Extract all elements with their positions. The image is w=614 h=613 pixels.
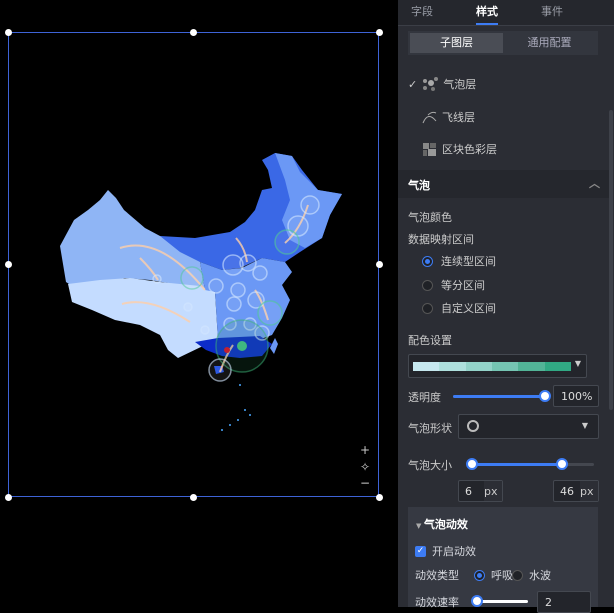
tab-style[interactable]: 样式 (476, 3, 498, 19)
opacity-label: 透明度 (408, 391, 441, 404)
flyline-icon (422, 111, 437, 124)
size-fill (472, 463, 562, 466)
segmented-control: 子图层 通用配置 (408, 31, 598, 55)
gradient-stop (465, 362, 492, 371)
radio-custom[interactable]: 自定义区间 (422, 300, 496, 316)
mapping-label: 数据映射区间 (408, 233, 474, 246)
rate-slider-handle[interactable] (471, 595, 483, 607)
radio-label: 自定义区间 (441, 302, 496, 315)
circle-shape-icon (467, 420, 479, 432)
radio-label: 等分区间 (441, 279, 485, 292)
active-tab-indicator (476, 23, 498, 25)
size-max-input[interactable]: 46 px (553, 480, 599, 502)
tab-bar: 字段 样式 事件 (398, 0, 614, 26)
caret-down-icon: ▼ (574, 359, 581, 368)
seg-general-config[interactable]: 通用配置 (503, 33, 596, 53)
radio-equal[interactable]: 等分区间 (422, 277, 485, 293)
layer-item-flyline[interactable]: 飞线层 (422, 109, 475, 125)
locate-button[interactable]: ✧ (359, 460, 371, 474)
selection-box[interactable] (8, 32, 379, 497)
opacity-slider-handle[interactable] (539, 390, 551, 402)
size-max-handle[interactable] (556, 458, 568, 470)
seg-sublayers[interactable]: 子图层 (410, 33, 503, 53)
size-min-value: 6 (465, 485, 472, 498)
size-min-handle[interactable] (466, 458, 478, 470)
unit-label: px (580, 481, 598, 501)
gradient-stop (413, 362, 440, 371)
rate-slider[interactable] (476, 600, 528, 603)
check-icon: ✓ (408, 77, 418, 91)
section-title: 气泡 (408, 179, 430, 192)
rate-input[interactable]: 2 (537, 591, 591, 613)
gradient-stop (439, 362, 466, 371)
resize-handle[interactable] (376, 494, 383, 501)
resize-handle[interactable] (5, 494, 12, 501)
panel-scrollbar[interactable] (609, 110, 613, 410)
layer-item-bubble[interactable]: ✓ 气泡层 (408, 76, 476, 92)
size-label: 气泡大小 (408, 459, 452, 472)
zoom-in-button[interactable]: + (359, 443, 371, 457)
gradient-stop (518, 362, 545, 371)
resize-handle[interactable] (376, 261, 383, 268)
color-setting-label: 配色设置 (408, 334, 452, 347)
bubble-color-label: 气泡颜色 (408, 211, 452, 224)
checkbox-checked-icon: ✓ (415, 545, 426, 557)
enable-animation-checkbox[interactable]: ✓ 开启动效 (415, 543, 476, 559)
color-gradient (413, 362, 571, 371)
bubble-icon (423, 77, 439, 91)
tab-fields[interactable]: 字段 (411, 3, 433, 19)
opacity-input[interactable]: 100% (553, 385, 599, 407)
radio-icon (422, 279, 433, 291)
radio-ripple[interactable]: 水波 (512, 567, 551, 583)
radio-label: 水波 (529, 569, 551, 582)
caret-down-icon: ▼ (581, 421, 588, 430)
radio-icon (512, 569, 523, 581)
radio-continuous[interactable]: 连续型区间 (422, 253, 496, 269)
chevron-up-icon: ︿ (589, 177, 600, 190)
unit-label: px (484, 481, 502, 501)
zoom-out-button[interactable]: − (359, 476, 371, 490)
animation-rate-label: 动效速率 (415, 596, 459, 609)
block-color-icon (423, 143, 436, 156)
resize-handle[interactable] (190, 29, 197, 36)
layer-label: 飞线层 (442, 111, 475, 124)
style-panel: 字段 样式 事件 子图层 通用配置 ✓ 气泡层 飞线层 区块色彩层 气泡 ︿ 气泡… (398, 0, 614, 613)
resize-handle[interactable] (190, 494, 197, 501)
map-canvas[interactable]: + ✧ − (0, 0, 398, 607)
layer-label: 区块色彩层 (442, 143, 497, 156)
gradient-stop (491, 362, 519, 371)
size-min-input[interactable]: 6 px (458, 480, 503, 502)
animation-header[interactable]: ▼ 气泡动效 (416, 516, 468, 532)
resize-handle[interactable] (376, 29, 383, 36)
gradient-stop (544, 362, 571, 371)
radio-icon (474, 569, 485, 581)
shape-select[interactable]: ▼ (458, 414, 599, 439)
radio-label: 呼吸 (491, 569, 513, 582)
layer-item-block-color[interactable]: 区块色彩层 (422, 141, 497, 157)
shape-label: 气泡形状 (408, 422, 452, 435)
layer-label: 气泡层 (443, 78, 477, 91)
checkbox-label: 开启动效 (432, 545, 476, 558)
radio-label: 连续型区间 (441, 255, 496, 268)
resize-handle[interactable] (5, 261, 12, 268)
color-scheme-select[interactable]: ▼ (408, 354, 587, 378)
opacity-fill (453, 395, 545, 398)
animation-panel: ▼ 气泡动效 ✓ 开启动效 动效类型 呼吸 水波 动效速率 2 (408, 507, 598, 613)
radio-breathe[interactable]: 呼吸 (474, 567, 513, 583)
animation-title: 气泡动效 (423, 518, 468, 531)
animation-type-label: 动效类型 (415, 569, 459, 582)
caret-down-icon: ▼ (416, 522, 424, 530)
bubble-section-header[interactable]: 气泡 ︿ (398, 170, 610, 198)
size-max-value: 46 (560, 485, 574, 498)
tab-events[interactable]: 事件 (541, 3, 563, 19)
radio-icon (422, 302, 433, 314)
resize-handle[interactable] (5, 29, 12, 36)
radio-icon (422, 255, 433, 267)
